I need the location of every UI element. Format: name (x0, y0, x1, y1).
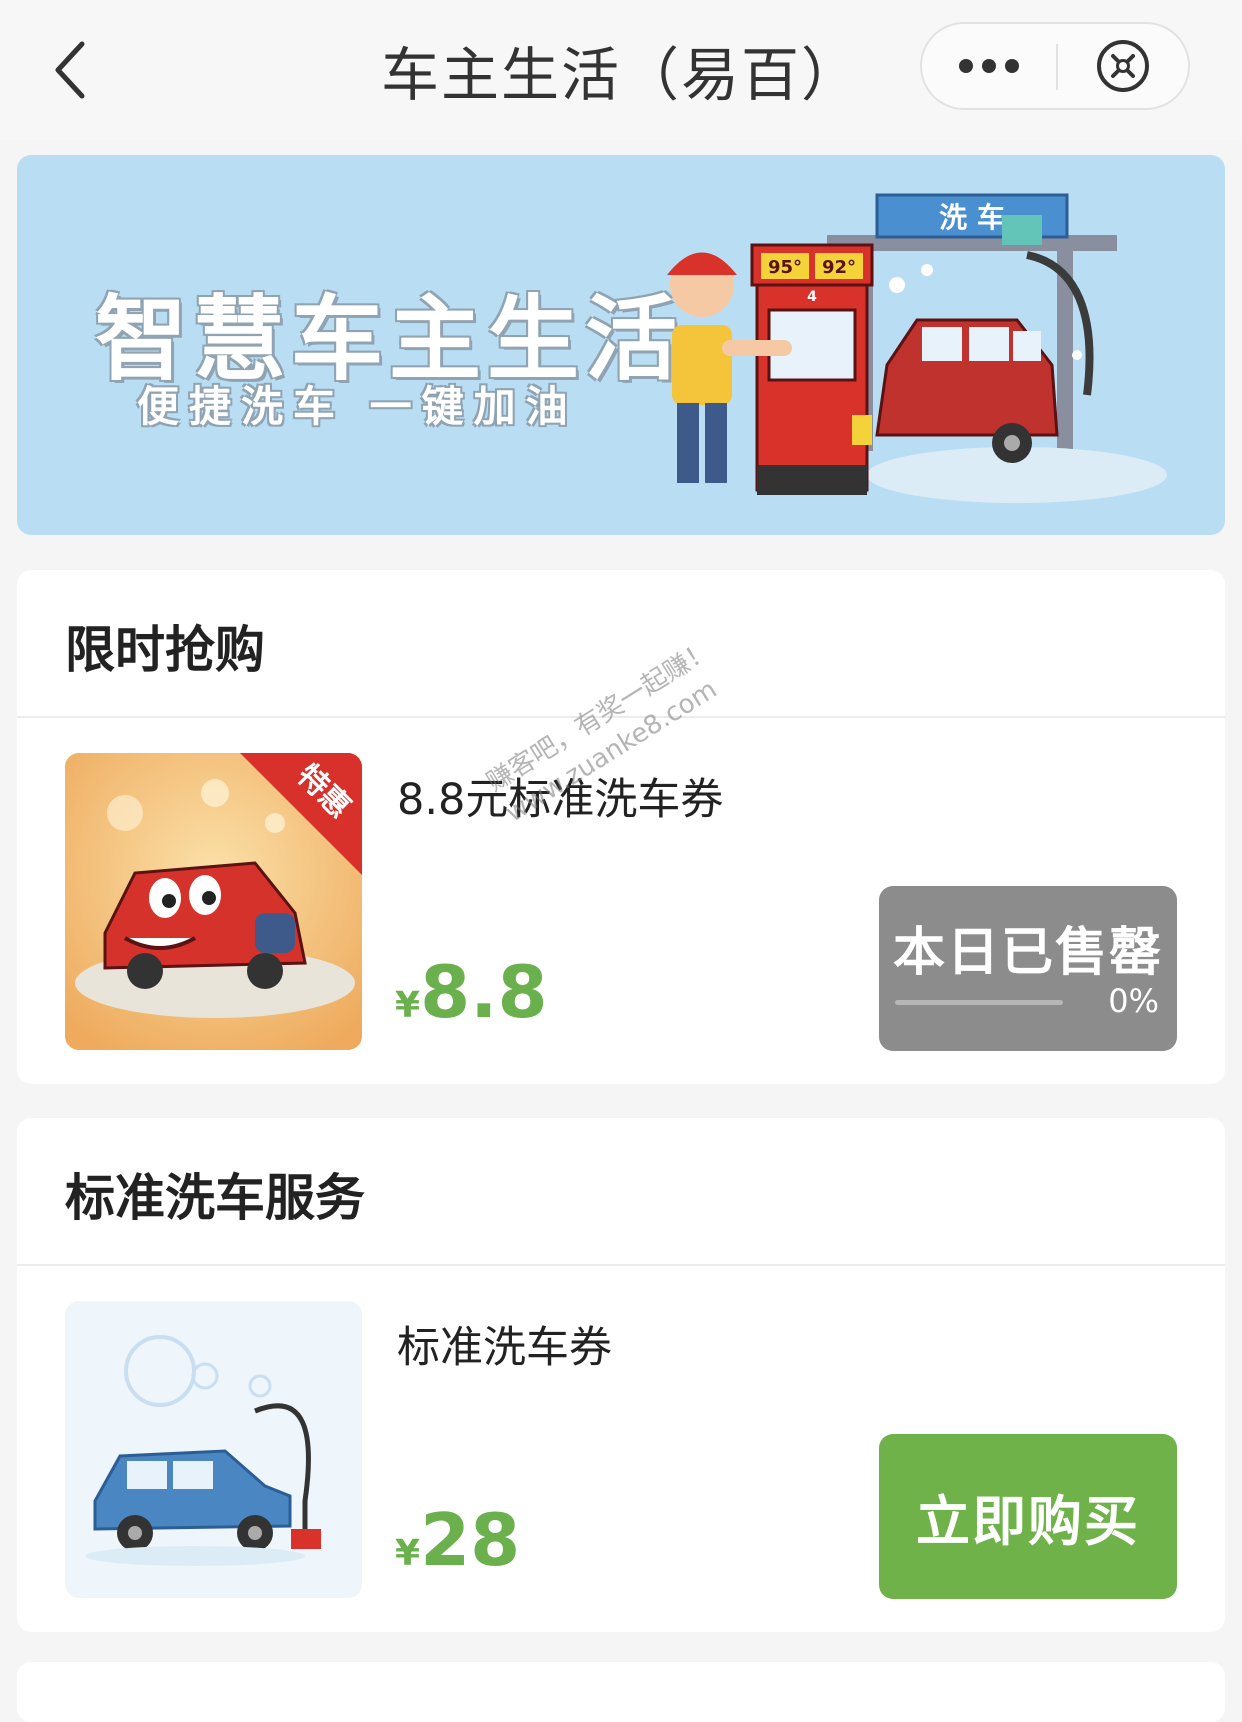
pump-grade-95: 95° (768, 257, 802, 278)
standard-item-thumbnail[interactable] (65, 1301, 362, 1598)
currency-symbol: ¥ (395, 985, 421, 1026)
next-card (17, 1662, 1225, 1722)
flash-sale-card: 限时抢购 特惠 8.8元标准洗车券 ¥8.8 本日已售罄 0% (17, 570, 1225, 1084)
flash-item-price: ¥8.8 (395, 950, 548, 1034)
buy-now-button[interactable]: 立即购买 (879, 1434, 1177, 1599)
price-value: 28 (420, 1498, 521, 1582)
car-wash-sign: 洗 车 (939, 201, 1005, 234)
sold-out-button[interactable]: 本日已售罄 0% (879, 886, 1177, 1051)
gas-station-illustration: 洗 车 95° 92° 4 (667, 193, 1167, 503)
standard-item-price: ¥28 (395, 1498, 520, 1582)
flash-item-thumbnail[interactable]: 特惠 (65, 753, 362, 1050)
promo-banner[interactable]: 智慧车主生活 便捷洗车 一键加油 洗 车 95° 92° 4 (17, 155, 1225, 535)
standard-item-name[interactable]: 标准洗车券 (397, 1313, 612, 1375)
currency-symbol: ¥ (395, 1533, 421, 1574)
banner-subtitle: 便捷洗车 一键加油 (137, 382, 578, 431)
menu-capsule (920, 22, 1190, 110)
close-button[interactable] (1058, 24, 1188, 108)
sales-progress-bar (895, 1000, 1063, 1005)
ellipsis-icon (959, 59, 1019, 73)
sales-progress-text: 0% (1108, 982, 1159, 1020)
section-title: 限时抢购 (65, 621, 265, 679)
sold-out-label: 本日已售罄 (892, 923, 1163, 983)
blue-car-wash-image (65, 1301, 362, 1598)
price-value: 8.8 (420, 950, 548, 1034)
close-circle-icon (1097, 40, 1149, 92)
standard-wash-header: 标准洗车服务 (17, 1118, 1225, 1266)
pump-number: 4 (807, 289, 817, 305)
nav-bar: 车主生活（易百） (0, 0, 1242, 140)
more-button[interactable] (922, 24, 1056, 108)
section-title: 标准洗车服务 (65, 1169, 365, 1227)
standard-wash-card: 标准洗车服务 标准洗车券 ¥28 立即购买 (17, 1118, 1225, 1632)
pump-grade-92: 92° (822, 257, 856, 278)
